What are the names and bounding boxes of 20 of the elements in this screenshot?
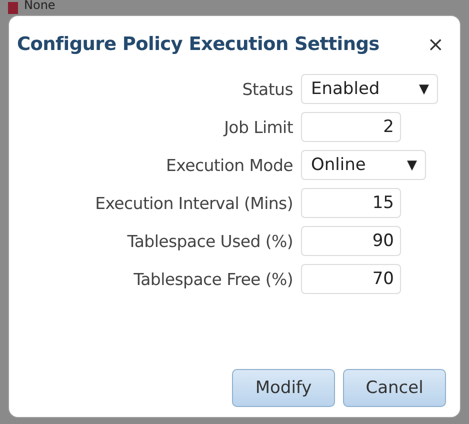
input-field[interactable]: 15 bbox=[301, 188, 401, 218]
caret-icon: ▼ bbox=[419, 82, 429, 96]
field-label: Job Limit bbox=[222, 118, 293, 136]
input-field[interactable]: 2 bbox=[301, 112, 401, 142]
input-field[interactable]: 70 bbox=[301, 264, 401, 294]
field-label: Status bbox=[241, 80, 293, 98]
dialog-title: Configure Policy Execution Settings bbox=[17, 34, 380, 54]
dropdown[interactable]: Enabled ▼ bbox=[301, 74, 438, 104]
field-label: Execution Mode bbox=[165, 156, 293, 174]
cancel-button[interactable]: Cancel bbox=[343, 369, 446, 407]
background-label: None bbox=[24, 0, 56, 12]
modify-button[interactable]: Modify bbox=[232, 369, 335, 407]
input-field[interactable]: 90 bbox=[301, 226, 401, 256]
field-label: Tablespace Used (%) bbox=[126, 232, 293, 250]
field-label: Tablespace Free (%) bbox=[132, 270, 293, 288]
field-label: Execution Interval (Mins) bbox=[94, 194, 293, 212]
close-button[interactable]: × bbox=[425, 32, 446, 56]
caret-icon: ▼ bbox=[407, 158, 417, 172]
dropdown[interactable]: Online ▼ bbox=[301, 150, 426, 180]
status-icon bbox=[8, 2, 18, 14]
